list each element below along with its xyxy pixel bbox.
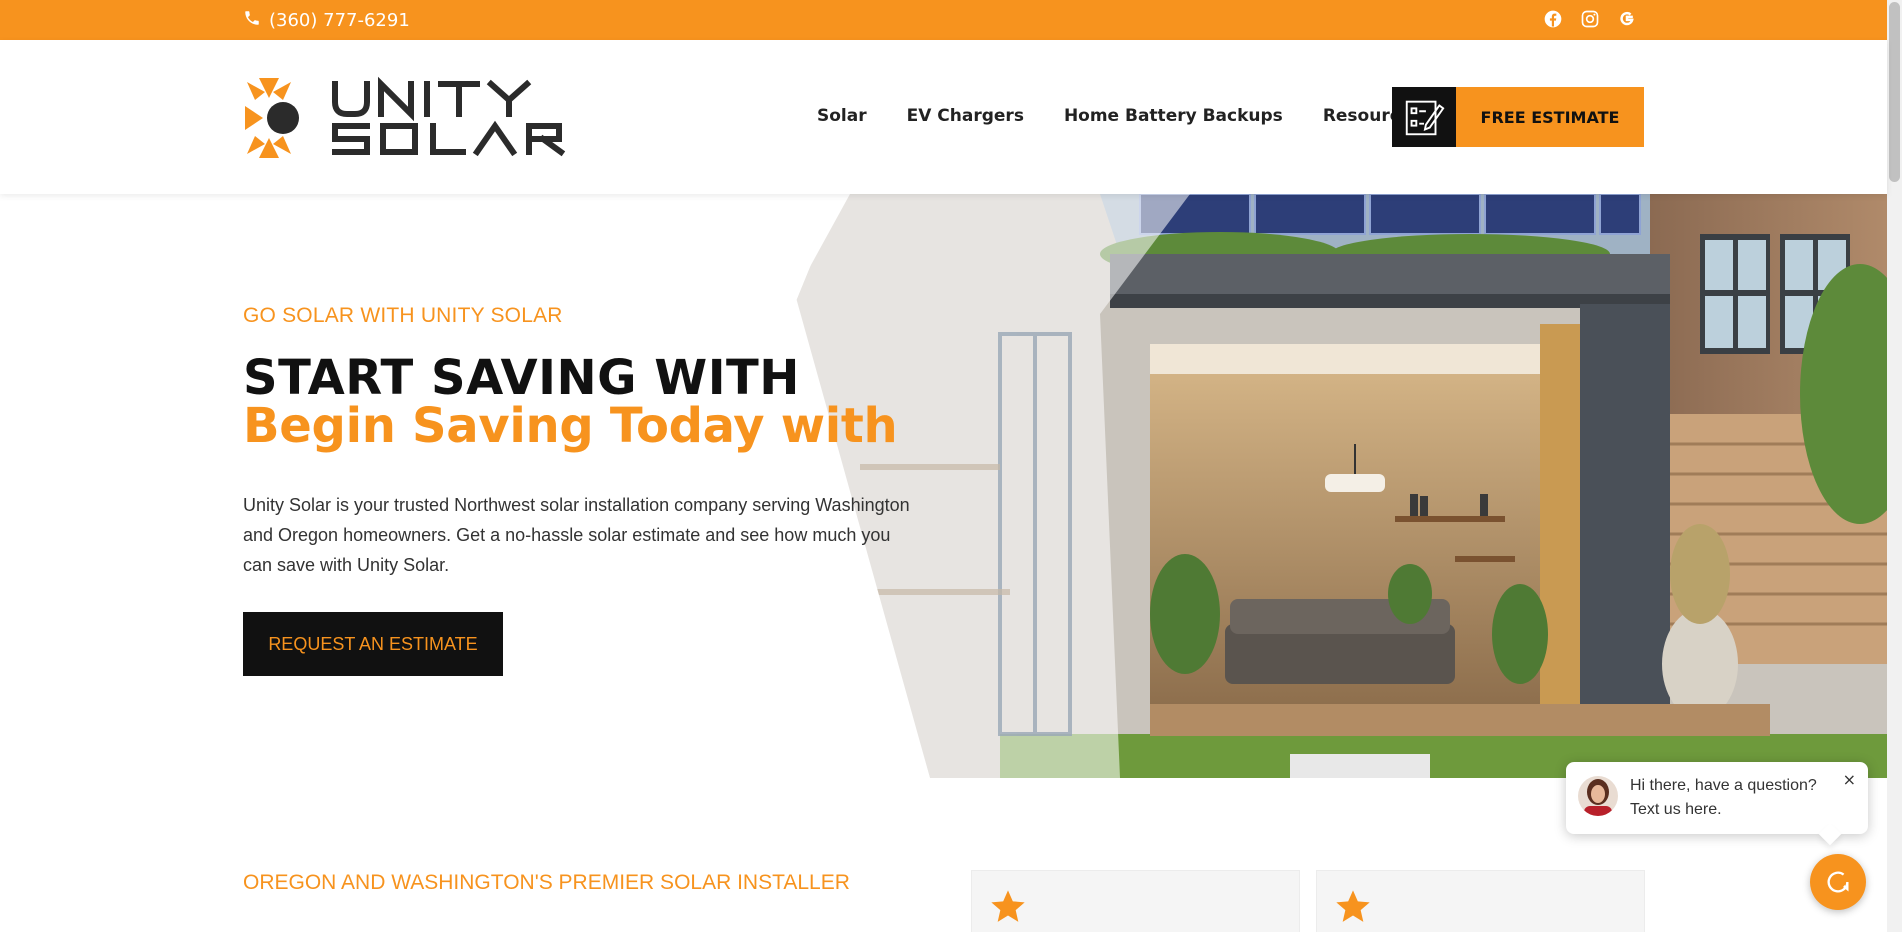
page: (360) 777-6291 Solar EV Chargers Home Ba… (0, 0, 1902, 932)
chat-message: Hi there, have a question? Text us here. (1630, 774, 1830, 822)
chat-line1: Hi there, have a question? (1630, 777, 1817, 794)
unity-solar-logo[interactable] (243, 76, 613, 160)
top-bar: (360) 777-6291 (0, 0, 1887, 40)
phone-icon (243, 9, 261, 32)
section-eyebrow: OREGON AND WASHINGTON'S PREMIER SOLAR IN… (243, 871, 850, 894)
nav-solar[interactable]: Solar (817, 106, 867, 126)
instagram-icon[interactable] (1580, 9, 1600, 29)
hero-description: Unity Solar is your trusted Northwest so… (243, 495, 910, 575)
feature-card (1316, 870, 1645, 932)
request-estimate-button[interactable]: REQUEST AN ESTIMATE (243, 612, 503, 676)
star-icon (991, 890, 1025, 922)
chat-icon (1827, 871, 1849, 893)
facebook-icon[interactable] (1543, 9, 1563, 29)
nav-ev-chargers[interactable]: EV Chargers (907, 106, 1024, 126)
hero-eyebrow: GO SOLAR WITH UNITY SOLAR (243, 304, 563, 327)
hero-title: START SAVING WITH Begin Saving Today wit… (243, 354, 923, 450)
free-estimate-label: FREE ESTIMATE (1456, 87, 1644, 147)
hero-title-line2: Begin Saving Today with (243, 398, 898, 454)
feature-card (971, 870, 1300, 932)
site-header: Solar EV Chargers Home Battery Backups R… (0, 40, 1887, 194)
phone-number: (360) 777-6291 (269, 10, 410, 31)
scrollbar-thumb[interactable] (1889, 2, 1900, 182)
checklist-pen-icon (1392, 87, 1456, 147)
google-icon[interactable] (1617, 9, 1637, 29)
social-links (1543, 9, 1637, 29)
hero-content: GO SOLAR WITH UNITY SOLAR START SAVING W… (243, 304, 923, 676)
hero-title-line1: START SAVING WITH (243, 350, 800, 406)
phone-link[interactable]: (360) 777-6291 (243, 9, 410, 32)
star-icon (1336, 890, 1370, 922)
free-estimate-button[interactable]: FREE ESTIMATE (1392, 87, 1644, 147)
chat-popup[interactable]: Hi there, have a question? Text us here.… (1566, 762, 1868, 834)
chat-line2: Text us here. (1630, 801, 1722, 818)
chat-launcher-button[interactable] (1810, 854, 1866, 910)
page-scrollbar[interactable] (1887, 0, 1902, 932)
close-icon[interactable]: × (1843, 770, 1856, 789)
main-nav: Solar EV Chargers Home Battery Backups R… (817, 106, 1421, 126)
agent-avatar (1578, 776, 1618, 816)
nav-home-battery-backups[interactable]: Home Battery Backups (1064, 106, 1283, 126)
